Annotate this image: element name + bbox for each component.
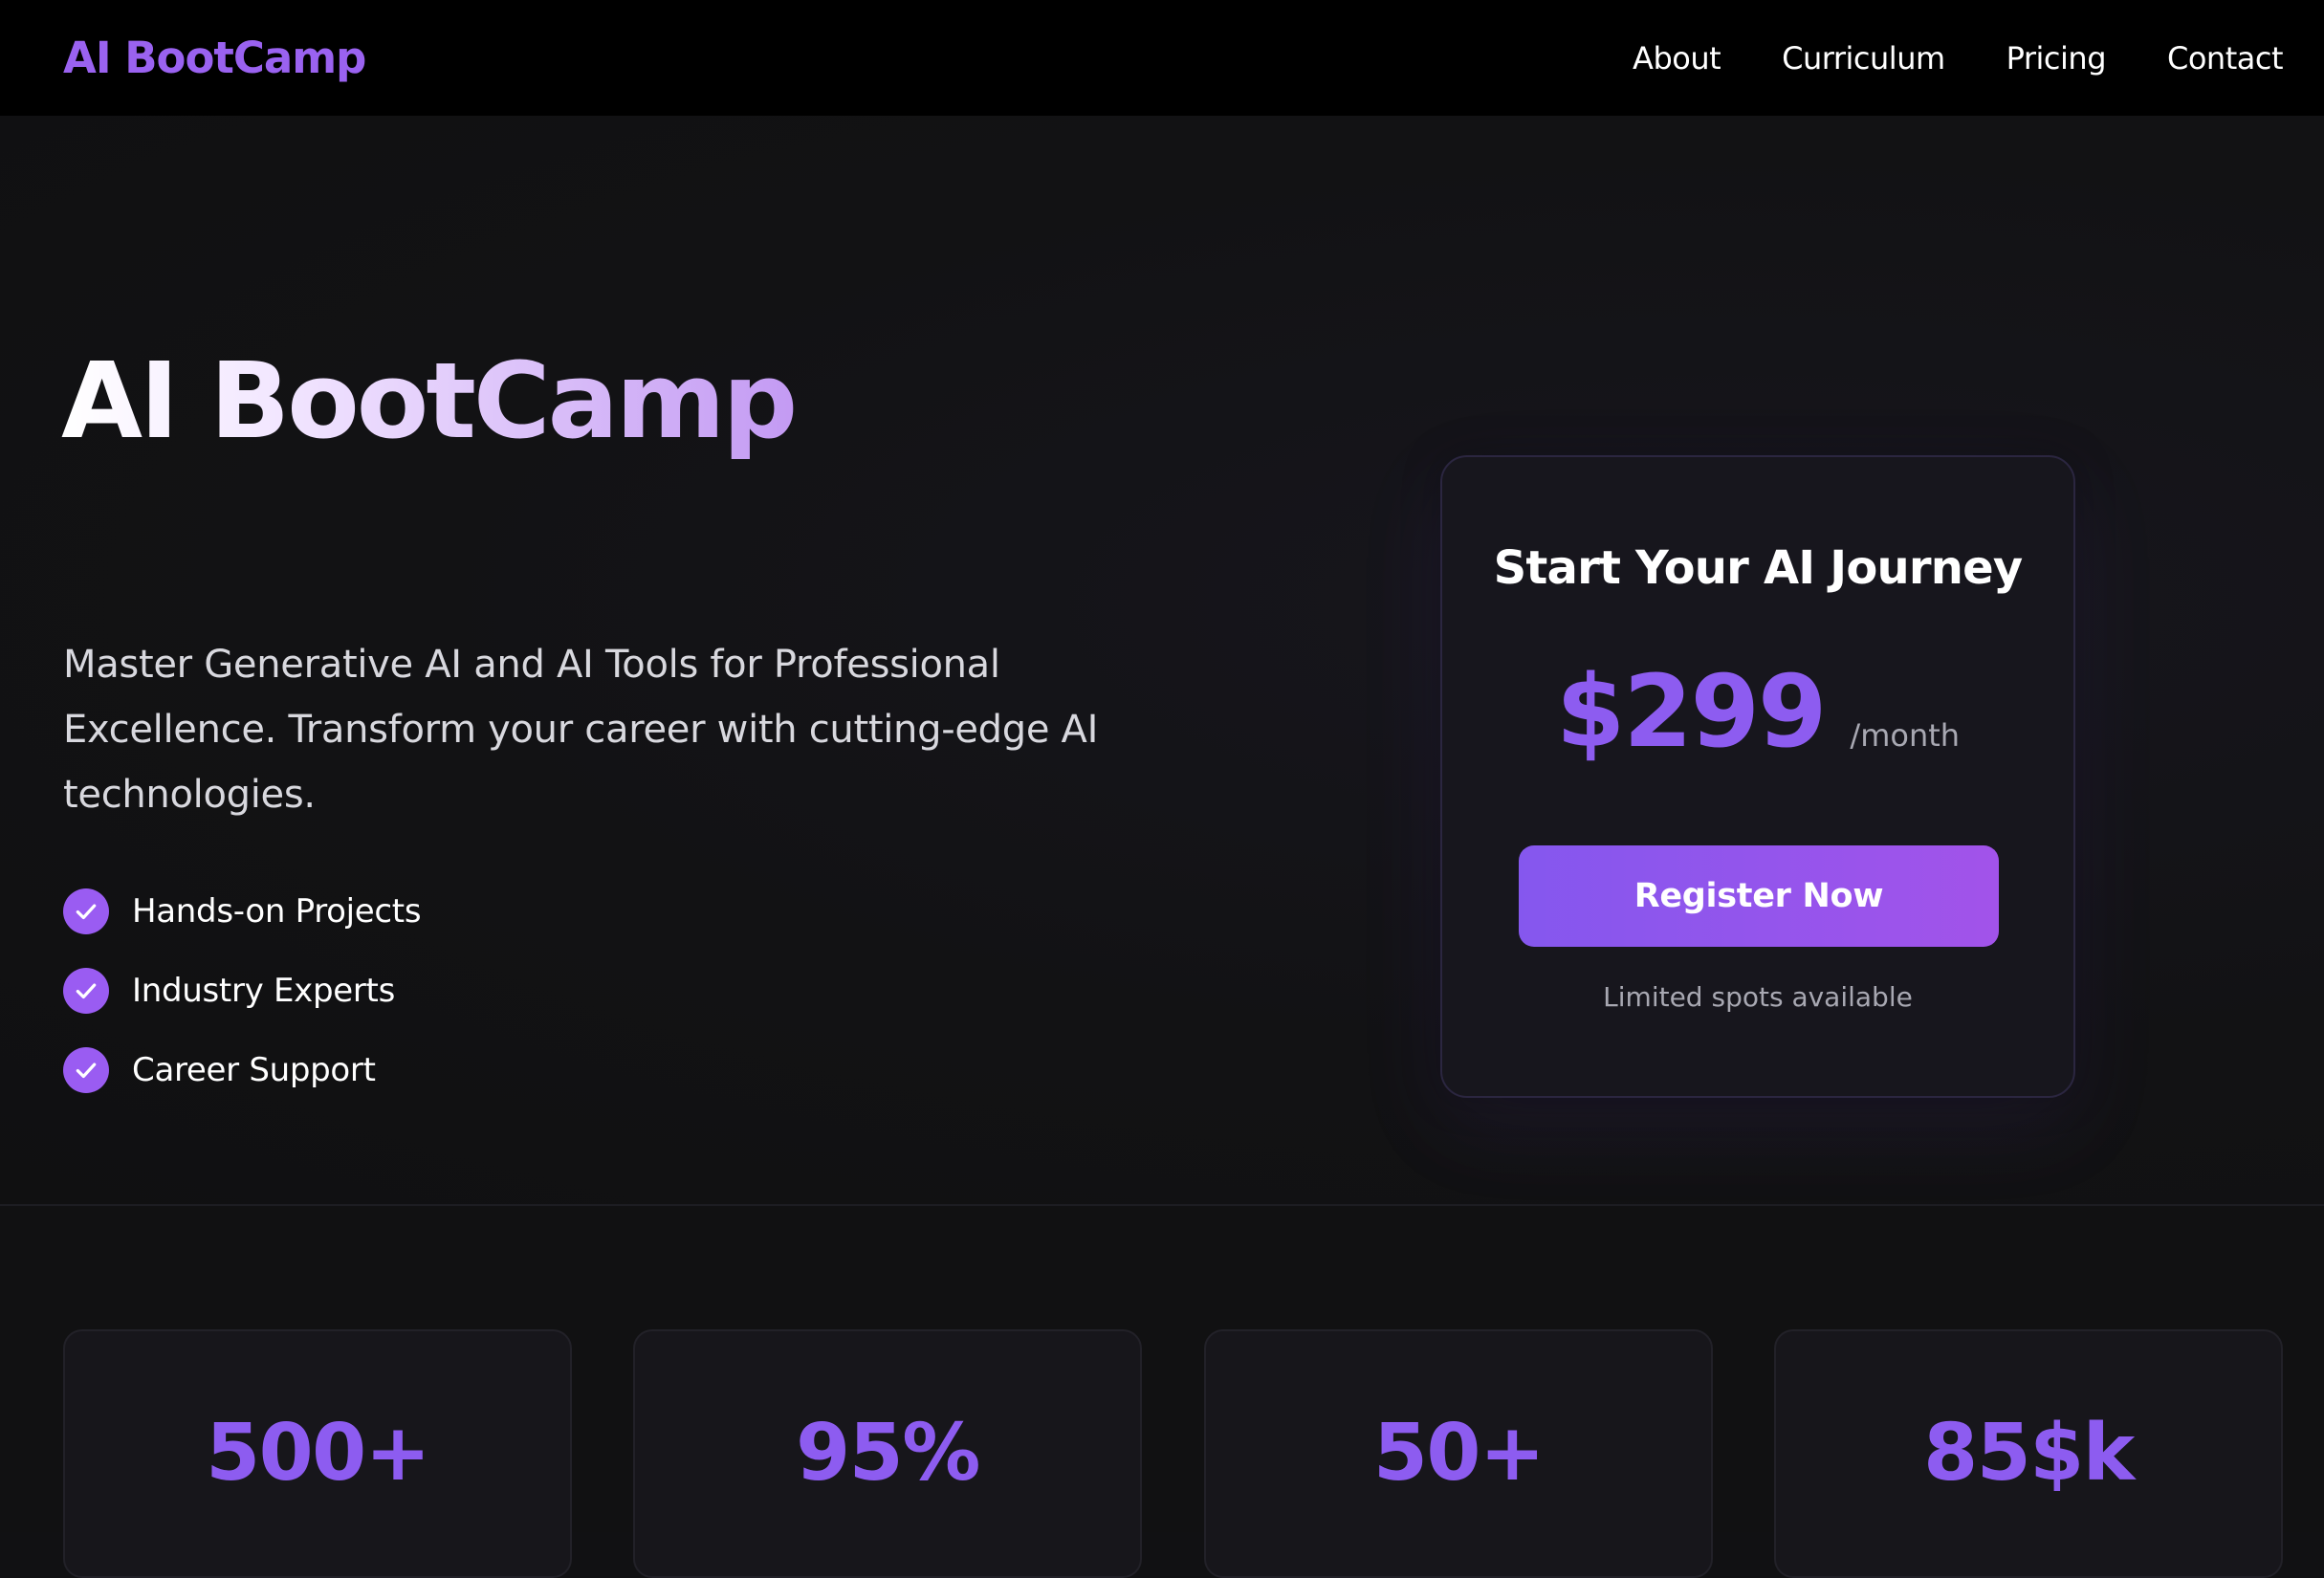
pricing-card-title: Start Your AI Journey xyxy=(1493,541,2024,595)
stats-section: 500+ 95% 50+ 85$k xyxy=(0,1207,2324,1578)
stat-value: 500+ xyxy=(206,1408,430,1499)
nav-link-contact[interactable]: Contact xyxy=(2167,40,2284,77)
feature-list: Hands-on Projects Industry Experts Caree… xyxy=(63,888,422,1127)
stat-card: 95% xyxy=(633,1329,1142,1578)
stat-card: 85$k xyxy=(1774,1329,2283,1578)
price-period: /month xyxy=(1850,717,1961,754)
feature-item: Career Support xyxy=(63,1047,421,1093)
price-row: $299 /month xyxy=(1442,653,2073,770)
register-now-button[interactable]: Register Now xyxy=(1519,845,1999,947)
nav-link-about[interactable]: About xyxy=(1633,40,1721,77)
price-amount: $299 xyxy=(1555,653,1827,770)
nav-link-pricing[interactable]: Pricing xyxy=(2006,40,2107,77)
stat-card: 50+ xyxy=(1204,1329,1713,1578)
feature-item: Industry Experts xyxy=(63,968,421,1014)
stat-card: 500+ xyxy=(63,1329,572,1578)
hero-title: AI BootCamp xyxy=(61,340,798,462)
top-navbar: AI BootCamp About Curriculum Pricing Con… xyxy=(0,0,2324,116)
feature-label: Hands-on Projects xyxy=(132,892,422,931)
limited-spots-note: Limited spots available xyxy=(1603,981,1913,1013)
stat-value: 50+ xyxy=(1372,1408,1546,1499)
stat-value: 85$k xyxy=(1923,1408,2135,1499)
nav-link-curriculum[interactable]: Curriculum xyxy=(1782,40,1945,77)
nav-links: About Curriculum Pricing Contact xyxy=(1571,40,2283,77)
check-icon xyxy=(63,1047,109,1093)
feature-label: Career Support xyxy=(132,1051,376,1089)
check-icon xyxy=(63,968,109,1014)
feature-label: Industry Experts xyxy=(132,972,395,1010)
stat-value: 95% xyxy=(796,1408,980,1499)
feature-item: Hands-on Projects xyxy=(63,888,422,934)
hero-description: Master Generative AI and AI Tools for Pr… xyxy=(63,643,1099,817)
pricing-card: Start Your AI Journey $299 /month Regist… xyxy=(1440,455,2075,1098)
check-icon xyxy=(63,888,109,934)
brand-logo[interactable]: AI BootCamp xyxy=(63,33,366,83)
hero-section: AI BootCamp Master Generative AI and AI … xyxy=(0,116,2324,1206)
